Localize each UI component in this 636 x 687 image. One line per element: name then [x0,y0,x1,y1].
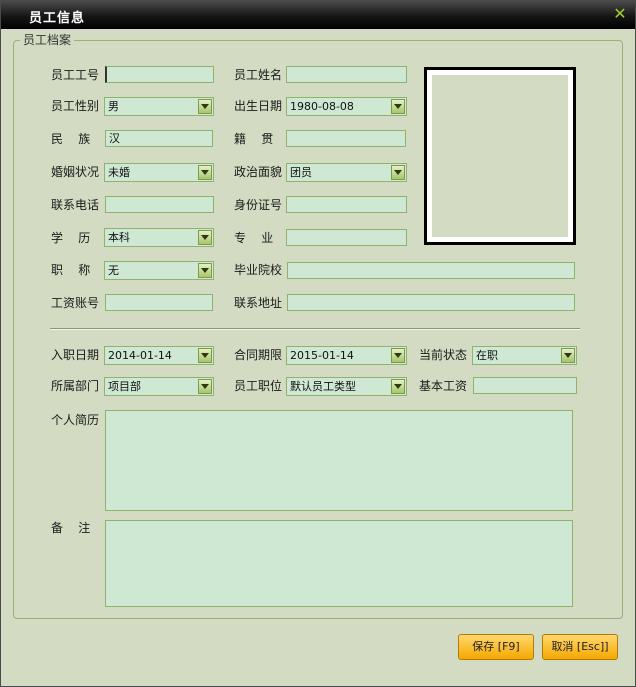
phone-label: 联系电话 [51,198,100,212]
chevron-down-icon[interactable] [391,99,405,114]
salary-account-input[interactable] [105,294,213,311]
school-input[interactable] [287,262,575,279]
resume-textarea[interactable] [105,410,573,511]
remark-label: 备 注 [51,521,91,535]
emp-name-label: 员工姓名 [234,68,283,82]
contract-date-picker[interactable]: 2015-01-14 [286,346,407,365]
political-label: 政治面貌 [234,165,283,179]
school-label: 毕业院校 [234,263,283,277]
emp-id-input[interactable] [105,66,214,83]
address-label: 联系地址 [234,296,283,310]
job-title-value: 无 [108,264,119,277]
chevron-down-icon[interactable] [198,230,212,245]
chevron-down-icon[interactable] [198,348,212,363]
education-value: 本科 [108,231,130,244]
status-select[interactable]: 在职 [472,346,577,365]
save-button[interactable]: 保存 [F9] [458,634,534,660]
cancel-button[interactable]: 取消 [Esc]] [542,634,618,660]
ethnicity-label: 民 族 [51,132,91,146]
phone-input[interactable] [105,196,214,213]
gender-label: 员工性别 [51,99,100,113]
contract-value: 2015-01-14 [290,349,354,362]
education-select[interactable]: 本科 [104,228,214,247]
ethnicity-input[interactable]: 汉 [105,130,213,147]
title-bar[interactable]: 员工信息 ✕ [1,1,635,29]
resume-label: 个人简历 [51,413,100,427]
marital-label: 婚姻状况 [51,165,100,179]
dept-label: 所属部门 [51,379,100,393]
birth-value: 1980-08-08 [290,100,354,113]
dept-select[interactable]: 项目部 [104,377,214,396]
gender-select[interactable]: 男 [104,97,214,116]
hire-date-label: 入职日期 [51,348,100,362]
major-label: 专 业 [234,231,274,245]
emp-id-label: 员工工号 [51,68,100,82]
political-select[interactable]: 团员 [286,163,407,182]
close-icon[interactable]: ✕ [611,5,629,23]
position-select[interactable]: 默认员工类型 [286,377,407,396]
emp-name-input[interactable] [286,66,407,83]
base-salary-input[interactable] [473,377,577,394]
id-card-input[interactable] [286,196,407,213]
major-input[interactable] [286,229,407,246]
political-value: 团员 [290,166,312,179]
status-label: 当前状态 [419,348,468,362]
chevron-down-icon[interactable] [391,348,405,363]
dept-value: 项目部 [108,380,141,393]
position-label: 员工职位 [234,379,283,393]
gender-value: 男 [108,100,119,113]
position-value: 默认员工类型 [290,380,356,393]
marital-value: 未婚 [108,166,130,179]
status-value: 在职 [476,349,498,362]
native-place-label: 籍 贯 [234,132,274,146]
chevron-down-icon[interactable] [198,263,212,278]
salary-account-label: 工资账号 [51,296,100,310]
id-card-label: 身份证号 [234,198,283,212]
group-legend: 员工档案 [20,31,75,48]
birth-label: 出生日期 [234,99,283,113]
chevron-down-icon[interactable] [198,99,212,114]
marital-select[interactable]: 未婚 [104,163,214,182]
section-divider [50,328,580,330]
remark-textarea[interactable] [105,520,573,607]
chevron-down-icon[interactable] [198,379,212,394]
job-title-label: 职 称 [51,263,91,277]
hire-date-picker[interactable]: 2014-01-14 [104,346,214,365]
native-place-input[interactable] [286,130,406,147]
address-input[interactable] [287,294,575,311]
education-label: 学 历 [51,231,91,245]
chevron-down-icon[interactable] [198,165,212,180]
birth-date-picker[interactable]: 1980-08-08 [286,97,407,116]
contract-label: 合同期限 [234,348,283,362]
photo-frame[interactable] [424,67,576,245]
base-salary-label: 基本工资 [419,379,468,393]
photo-placeholder [432,75,568,237]
chevron-down-icon[interactable] [561,348,575,363]
chevron-down-icon[interactable] [391,165,405,180]
hire-date-value: 2014-01-14 [108,349,172,362]
chevron-down-icon[interactable] [391,379,405,394]
job-title-select[interactable]: 无 [104,261,214,280]
window-title: 员工信息 [29,11,86,26]
